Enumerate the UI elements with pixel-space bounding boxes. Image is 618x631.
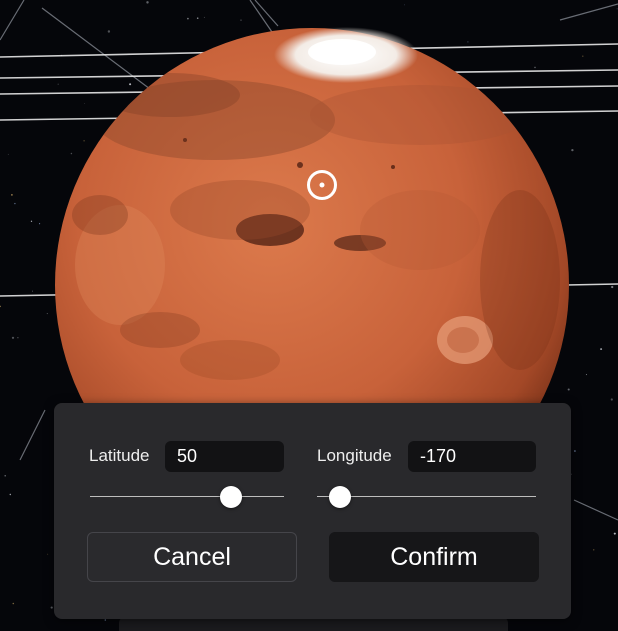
latitude-slider[interactable]	[90, 486, 284, 508]
star	[613, 532, 616, 535]
star	[616, 8, 618, 10]
star	[203, 16, 205, 18]
star	[104, 619, 107, 621]
star	[593, 549, 595, 551]
star	[46, 313, 48, 315]
latitude-slider-thumb[interactable]	[219, 486, 242, 508]
star	[17, 337, 19, 339]
star	[600, 348, 603, 351]
star	[47, 553, 49, 555]
latitude-input[interactable]	[165, 441, 284, 472]
star	[129, 83, 132, 86]
longitude-input[interactable]	[408, 441, 536, 472]
star	[571, 148, 574, 152]
star	[50, 606, 53, 609]
star	[4, 474, 6, 477]
confirm-button[interactable]: Confirm	[329, 532, 539, 582]
star	[12, 602, 15, 605]
star	[84, 103, 85, 104]
latitude-label: Latitude	[89, 446, 150, 465]
star	[70, 152, 73, 155]
star	[11, 336, 15, 339]
star	[611, 285, 614, 289]
star	[83, 140, 85, 142]
cancel-button[interactable]: Cancel	[87, 532, 297, 582]
star	[32, 290, 33, 292]
star	[9, 493, 12, 496]
star	[14, 202, 16, 205]
latitude-slider-track[interactable]	[90, 496, 284, 497]
longitude-slider[interactable]	[317, 486, 536, 508]
star	[585, 374, 587, 376]
star	[534, 66, 536, 69]
star	[467, 41, 469, 43]
star	[196, 17, 199, 20]
star	[30, 220, 33, 222]
star	[107, 30, 111, 33]
star	[39, 223, 41, 225]
star	[610, 398, 613, 401]
star	[11, 194, 13, 196]
location-dialog	[54, 403, 571, 619]
star	[573, 450, 576, 452]
star	[582, 55, 584, 57]
longitude-label: Longitude	[317, 446, 392, 465]
star	[240, 19, 242, 21]
star	[187, 17, 189, 20]
longitude-slider-thumb[interactable]	[329, 486, 352, 508]
star	[57, 83, 59, 85]
star	[567, 388, 570, 391]
star	[404, 4, 405, 6]
star	[7, 153, 9, 155]
star	[146, 1, 149, 4]
